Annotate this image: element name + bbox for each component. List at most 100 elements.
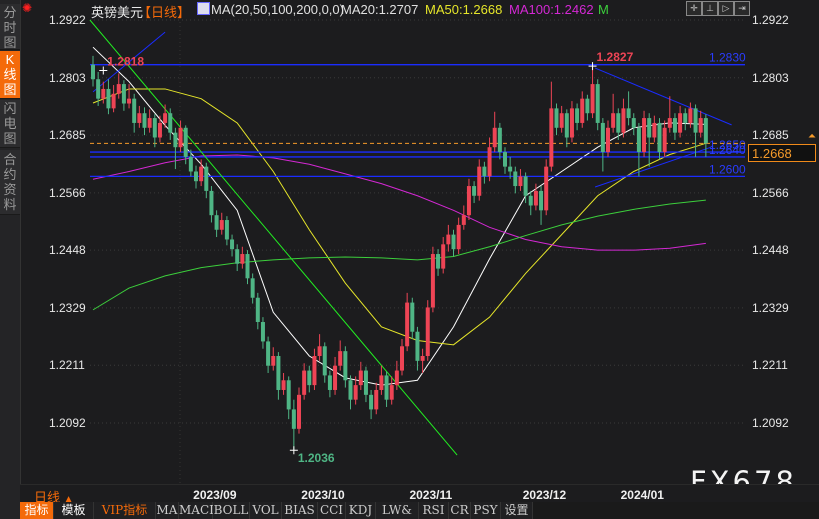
scroll-up-arrow-icon[interactable]: ⏶ [808,131,816,142]
candle [621,98,626,138]
candle [626,91,631,126]
indicator-chart-icon[interactable] [197,2,210,15]
candle-body [379,375,384,390]
extreme-marker [99,66,108,75]
candle-body [183,127,188,157]
zoom-range-icon[interactable]: ⊥ [702,1,718,16]
date-axis: 日线 ▲ 2023/09 2023/10 2023/11 2023/12 2024/01 [20,484,819,505]
candle [307,365,312,393]
candle [595,79,600,131]
step-icon[interactable]: ▷ [718,1,734,16]
toolbar-item-1[interactable]: 模板 [54,502,94,519]
x-tick-label: 2023/12 [522,488,567,502]
candle [642,110,647,157]
candle [384,371,389,407]
candle-body [106,88,111,109]
candle-body [312,355,317,386]
candle [240,246,245,269]
candle-body [441,244,446,269]
candle [121,80,126,111]
candle [132,93,137,133]
candle-body [575,108,580,123]
candle-body [163,113,168,123]
candle [91,55,95,87]
extreme-price-label: 1.2036 [298,451,335,465]
candle [405,292,410,352]
candle [508,156,513,179]
candle-body [348,380,353,400]
candle-body [235,249,240,264]
toolbar-item-6[interactable]: VOL [250,502,282,519]
candle-body [245,254,250,279]
candle [214,210,219,238]
crosshair-icon[interactable]: ✛ [686,1,702,16]
ma-line-ma20 [92,46,706,386]
candle [173,127,178,170]
candle-body [322,346,327,376]
toolbar-item-11[interactable]: RSI [419,502,449,519]
toolbar-item-12[interactable]: CR [449,502,471,519]
candle [363,366,368,403]
candle [255,292,260,330]
candle-body [533,190,538,206]
candle-body [466,186,471,216]
toolbar-item-8[interactable]: CCI [318,502,346,519]
candle [204,162,209,199]
candle-body [683,113,688,123]
toolbar-item-0[interactable]: 指标 [20,502,54,519]
toolbar-item-3[interactable]: MA [156,502,179,519]
candle [606,120,610,157]
candle [662,120,667,157]
ma200-value: M [598,2,609,17]
candle [528,190,533,216]
candle-body [121,84,126,104]
candle [436,249,441,276]
extreme-price-label: 1.2818 [107,54,144,68]
candle-body [487,147,492,177]
candle-body [606,127,610,153]
candle [539,186,544,225]
toolbar-item-9[interactable]: KDJ [346,502,376,519]
candle-body [209,190,214,216]
candle-body [297,394,301,429]
toolbar-item-5[interactable]: BOLL [213,502,250,519]
candle [266,336,271,373]
candle [631,113,636,136]
candle-body [492,127,497,148]
y-tick-label-right: 1.2922 [752,13,789,27]
candle-body [564,113,569,138]
candle [106,79,111,115]
toolbar-item-13[interactable]: PSY [471,502,501,519]
candle [245,250,250,285]
x-tick-label: 2024/01 [620,488,664,502]
candlestick-chart[interactable]: 1.28301.26501.26401.26001.2818 1.28271.20… [0,0,819,519]
ma-line-ma100 [92,154,706,251]
toolbar-item-2[interactable]: VIP指标 [94,502,156,519]
candle-body [430,254,435,308]
toolbar-item-10[interactable]: LW& [376,502,419,519]
candle [348,375,353,410]
candle [678,105,683,138]
candle-body [569,108,574,138]
candle-body [405,302,410,347]
candle [194,165,198,189]
candle [338,340,343,371]
candle [276,352,281,400]
candle [291,399,296,451]
candle [111,85,116,113]
candle-body [616,113,621,133]
candle [343,346,348,388]
toolbar-item-7[interactable]: BIAS [282,502,318,519]
candle-body [451,234,456,250]
candle-body [503,152,507,167]
candle [127,84,132,109]
candle-body [224,220,229,240]
candle [451,229,456,257]
candle [297,387,301,434]
toolbar-item-14[interactable]: 设置 [501,502,533,519]
period-label: 【日线】 [138,5,191,20]
candle-body [353,385,358,400]
toolbar-item-4[interactable]: MACD [179,502,219,519]
exit-icon[interactable]: ⇥ [734,1,750,16]
candle [544,159,549,216]
